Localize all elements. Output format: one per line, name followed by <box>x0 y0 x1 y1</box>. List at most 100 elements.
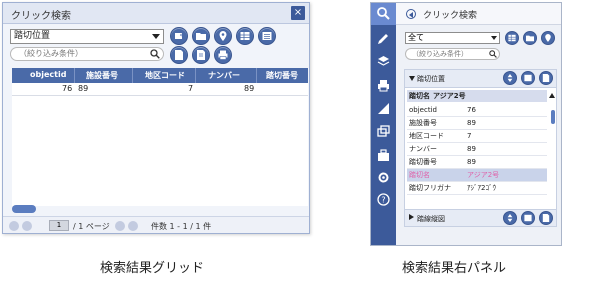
prev-page-icon[interactable] <box>22 221 32 231</box>
search-icon[interactable] <box>377 7 390 20</box>
result-section-crossing: 踏切位置 踏切名 アジア2号 objectid 76 施設番号 89 地区コード 7 … <box>404 69 557 213</box>
toolbox-icon[interactable] <box>377 149 390 162</box>
filter-placeholder: （絞り込み条件） <box>412 50 468 58</box>
doc-icon <box>542 74 550 82</box>
caret-right-icon <box>409 214 414 220</box>
table-row[interactable]: 76 89 7 89 <box>12 83 308 96</box>
print-icon <box>218 50 228 60</box>
table-button[interactable] <box>236 27 254 45</box>
attr-key: objectid <box>409 106 437 114</box>
attribute-row: 踏切番号 89 <box>407 156 547 169</box>
chevron-down-icon <box>491 36 497 40</box>
pager: 1 / 1 ページ 件数 1 - 1 / 1 件 <box>3 216 309 233</box>
attribute-row: objectid 76 <box>407 104 547 117</box>
attr-key: ナンバー <box>409 145 437 153</box>
back-icon[interactable] <box>406 9 416 19</box>
col-divider <box>132 68 133 83</box>
print-button[interactable] <box>214 46 232 64</box>
doc2-icon <box>197 50 205 60</box>
attr-value: 76 <box>467 106 476 114</box>
pencil-icon[interactable] <box>377 32 390 45</box>
last-page-icon[interactable] <box>128 221 138 231</box>
chevron-down-icon <box>152 34 160 39</box>
grid-window-titlebar: クリック検索 × <box>3 3 309 24</box>
cell-facility-no: 89 <box>78 84 89 93</box>
windows-icon[interactable] <box>377 125 390 138</box>
layer-select[interactable]: 踏切位置 <box>10 29 164 44</box>
attr-key: 踏切番号 <box>409 158 437 166</box>
col-header-facility-no[interactable]: 施設番号 <box>86 70 118 81</box>
col-divider <box>195 68 196 83</box>
table-button[interactable] <box>521 211 535 225</box>
folder-icon <box>526 35 534 42</box>
search-icon[interactable] <box>150 49 160 59</box>
attr-value: 89 <box>467 158 476 166</box>
col-header-area-code[interactable]: 地区コード <box>145 70 185 81</box>
zoom-button[interactable] <box>503 71 517 85</box>
print-icon[interactable] <box>377 79 390 92</box>
page-number-input[interactable]: 1 <box>49 220 69 231</box>
table-button[interactable] <box>521 71 535 85</box>
attr-key: 踏切名 <box>409 171 430 179</box>
result-section-profile[interactable]: 踏線縦図 <box>404 209 557 227</box>
collapse-arrow-icon[interactable] <box>549 93 555 98</box>
close-button[interactable]: × <box>291 6 305 20</box>
vertical-scrollbar[interactable] <box>551 110 555 124</box>
first-page-icon[interactable] <box>9 221 19 231</box>
right-panel-window: ? クリック検索 全て （絞り込み条件） 踏切位置 踏切名 アジア2号 obje… <box>370 2 562 246</box>
record-header-value: アジア2号 <box>433 92 466 100</box>
right-panel-header: クリック検索 <box>396 3 561 25</box>
zoom-icon <box>507 214 513 222</box>
cell-area-code: 7 <box>188 84 194 93</box>
next-page-icon[interactable] <box>115 221 125 231</box>
attribute-row: 施設番号 89 <box>407 117 547 130</box>
measure-icon[interactable] <box>377 102 390 115</box>
attr-value: アジア2号 <box>467 171 500 179</box>
section-title: 踏線縦図 <box>417 215 445 223</box>
grid-header: objectid 施設番号 地区コード ナンバー 踏切番号 <box>12 68 308 83</box>
search-icon[interactable] <box>489 50 497 58</box>
caret-down-icon <box>409 76 415 81</box>
screenshot-root: クリック検索 × 踏切位置 （絞り込み条件） objectid 施設番号 地区コ… <box>0 0 610 300</box>
record-count: 件数 1 - 1 / 1 件 <box>151 222 212 231</box>
caption-grid: 検索結果グリッド <box>100 261 205 276</box>
attribute-row: ナンバー 89 <box>407 143 547 156</box>
gear-icon[interactable] <box>377 171 390 184</box>
table-button[interactable] <box>505 31 519 45</box>
attribute-row: 地区コード 7 <box>407 130 547 143</box>
doc-button[interactable] <box>170 46 188 64</box>
folder-icon <box>196 33 206 40</box>
svg-text:?: ? <box>381 196 385 205</box>
col-header-number[interactable]: ナンバー <box>208 70 240 81</box>
open-folder-button[interactable] <box>523 31 537 45</box>
doc-button[interactable] <box>539 71 553 85</box>
attr-key: 施設番号 <box>409 119 437 127</box>
help-icon[interactable]: ? <box>377 193 390 206</box>
filter-placeholder: （絞り込み条件） <box>19 49 83 58</box>
layers-icon[interactable] <box>377 55 390 68</box>
open-folder-button[interactable] <box>192 27 210 45</box>
doc-button[interactable] <box>539 211 553 225</box>
col-header-crossing-no[interactable]: 踏切番号 <box>266 70 298 81</box>
col-header-objectid[interactable]: objectid <box>30 70 66 79</box>
layer-select[interactable]: 全て <box>405 32 500 44</box>
location-button[interactable] <box>214 27 232 45</box>
doc-icon <box>542 214 550 222</box>
attr-value: 89 <box>467 119 476 127</box>
zoom-button[interactable] <box>503 211 517 225</box>
doc2-button[interactable] <box>192 46 210 64</box>
filter-input[interactable]: （絞り込み条件） <box>405 48 500 60</box>
layer-select-value: 踏切位置 <box>14 31 51 41</box>
page-total: / 1 ページ <box>73 222 110 231</box>
list-icon <box>262 32 272 40</box>
grid-window-title: クリック検索 <box>11 11 71 22</box>
filter-input[interactable]: （絞り込み条件） <box>10 47 164 61</box>
export-button[interactable] <box>170 27 188 45</box>
location-button[interactable] <box>541 31 555 45</box>
horizontal-scrollbar[interactable] <box>12 205 36 213</box>
list-button[interactable] <box>258 27 276 45</box>
table-icon <box>240 32 250 40</box>
attr-key: 踏切フリガナ <box>409 184 451 192</box>
section-header[interactable]: 踏切位置 <box>405 70 556 88</box>
layer-select-value: 全て <box>408 33 424 42</box>
